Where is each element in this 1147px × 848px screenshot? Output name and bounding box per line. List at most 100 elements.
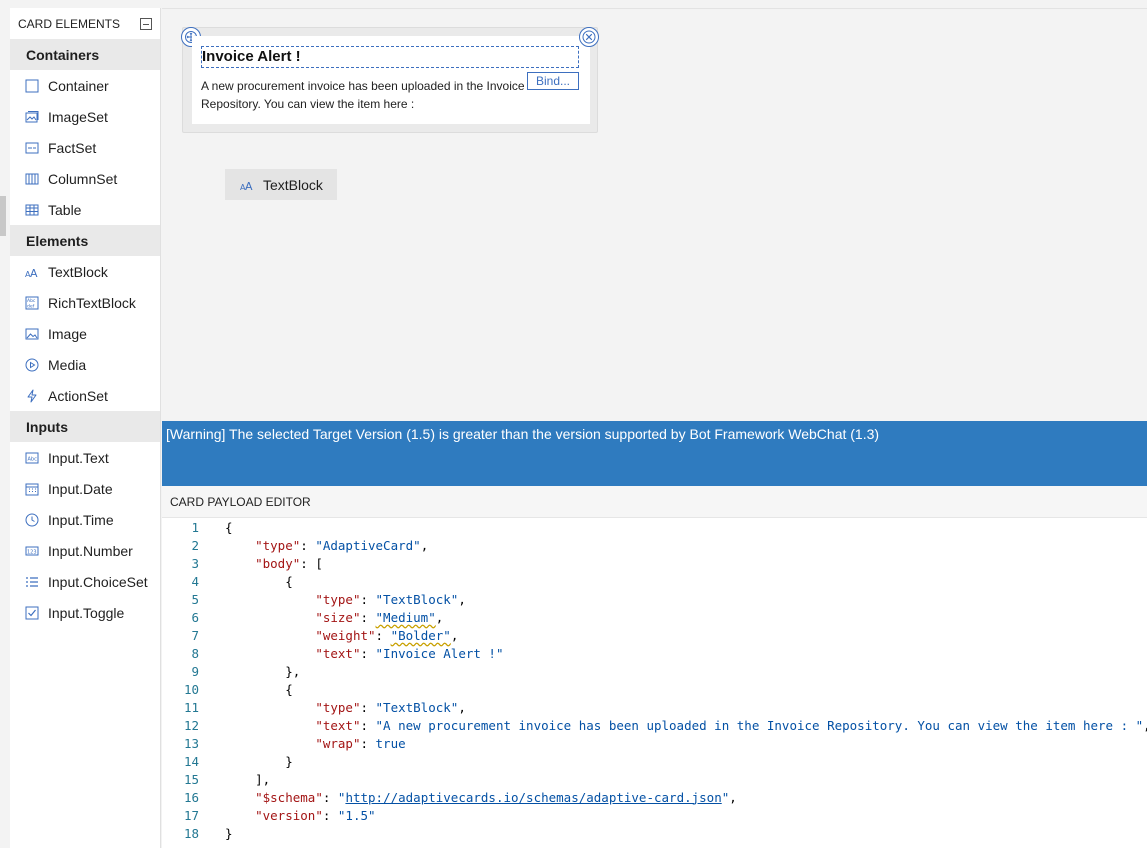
input-date-icon [25, 482, 39, 496]
sidebar-item-richtextblock[interactable]: Abc def RichTextBlock [10, 287, 160, 318]
sidebar-item-actionset[interactable]: ActionSet [10, 380, 160, 411]
line-number: 12 [183, 717, 199, 733]
code-line[interactable]: 18} [162, 824, 1147, 842]
code-text: "text": "Invoice Alert !" [315, 645, 504, 661]
sidebar-item-image[interactable]: Image [10, 318, 160, 349]
actionset-icon [25, 389, 39, 403]
code-line[interactable]: 2 "type": "AdaptiveCard", [162, 536, 1147, 554]
sidebar-item-label: Input.Time [48, 511, 114, 528]
line-number: 17 [183, 807, 199, 823]
collapse-icon[interactable] [140, 17, 152, 30]
textblock-icon: AA [240, 178, 254, 192]
sidebar-item-columnset[interactable]: ColumnSet [10, 163, 160, 194]
code-text: "wrap": true [315, 735, 406, 751]
dragged-textblock-chip[interactable]: AA TextBlock [225, 169, 337, 200]
svg-text:Abc: Abc [27, 298, 36, 304]
category-elements: Elements [10, 225, 160, 256]
category-containers: Containers [10, 39, 160, 70]
line-number: 1 [191, 519, 199, 535]
sidebar-list: Containers Container ImageSet FactSet Column… [10, 39, 160, 628]
sidebar-item-label: RichTextBlock [48, 294, 136, 311]
svg-text:A: A [245, 180, 253, 192]
line-number: 9 [191, 663, 199, 679]
card-title[interactable]: Invoice Alert ! [201, 46, 579, 68]
code-line[interactable]: 1{ [162, 518, 1147, 536]
code-line[interactable]: 16 "$schema": "http://adaptivecards.io/s… [162, 788, 1147, 806]
line-number: 4 [191, 573, 199, 589]
code-text: }, [285, 663, 301, 679]
code-text: "weight": "Bolder", [315, 627, 459, 643]
left-edge-strip [0, 0, 10, 848]
code-line[interactable]: 4 { [162, 572, 1147, 590]
sidebar-item-imageset[interactable]: ImageSet [10, 101, 160, 132]
sidebar-title: CARD ELEMENTS [18, 16, 121, 31]
card-preview[interactable]: Invoice Alert ! A new procurement invoic… [181, 27, 599, 133]
designer-canvas[interactable]: Invoice Alert ! A new procurement invoic… [162, 8, 1147, 421]
card-body: Invoice Alert ! A new procurement invoic… [192, 36, 590, 124]
code-line[interactable]: 12 "text": "A new procurement invoice ha… [162, 716, 1147, 734]
svg-text:def: def [27, 303, 35, 309]
sidebar-item-input-choiceset[interactable]: Input.ChoiceSet [10, 566, 160, 597]
sidebar-item-input-toggle[interactable]: Input.Toggle [10, 597, 160, 628]
code-text: "type": "TextBlock", [315, 591, 466, 607]
line-number: 5 [191, 591, 199, 607]
code-text: "body": [ [255, 555, 323, 571]
input-time-icon [25, 513, 39, 527]
sidebar-item-label: Input.ChoiceSet [48, 573, 148, 590]
line-number: 15 [183, 771, 199, 787]
sidebar-item-textblock[interactable]: A A TextBlock [10, 256, 160, 287]
sidebar-item-media[interactable]: Media [10, 349, 160, 380]
sidebar-item-label: Container [48, 77, 109, 94]
sidebar-item-input-text[interactable]: Abc Input.Text [10, 442, 160, 473]
code-line[interactable]: 17 "version": "1.5" [162, 806, 1147, 824]
code-text: "type": "TextBlock", [315, 699, 466, 715]
code-line[interactable]: 5 "type": "TextBlock", [162, 590, 1147, 608]
code-line[interactable]: 11 "type": "TextBlock", [162, 698, 1147, 716]
sidebar-item-container[interactable]: Container [10, 70, 160, 101]
card-elements-sidebar: CARD ELEMENTS Containers Container ImageSe… [10, 8, 161, 848]
code-line[interactable]: 14 } [162, 752, 1147, 770]
code-line[interactable]: 6 "size": "Medium", [162, 608, 1147, 626]
sidebar-item-label: TextBlock [48, 263, 108, 280]
sidebar-item-label: FactSet [48, 139, 97, 156]
code-line[interactable]: 7 "weight": "Bolder", [162, 626, 1147, 644]
code-text: } [285, 753, 293, 769]
code-line[interactable]: 15 ], [162, 770, 1147, 788]
sidebar-item-table[interactable]: Table [10, 194, 160, 225]
code-text: ], [255, 771, 271, 787]
bind-button[interactable]: Bind... [527, 72, 579, 90]
line-number: 3 [191, 555, 199, 571]
code-text: "size": "Medium", [315, 609, 444, 625]
card-payload-editor[interactable]: CARD PAYLOAD EDITOR 1{2 "type": "Adaptiv… [162, 486, 1147, 848]
code-text: "$schema": "http://adaptivecards.io/sche… [255, 789, 737, 805]
splitter-handle[interactable] [0, 196, 6, 236]
line-number: 10 [183, 681, 199, 697]
line-number: 6 [191, 609, 199, 625]
sidebar-item-label: Input.Number [48, 542, 133, 559]
sidebar-item-input-number[interactable]: 123 Input.Number [10, 535, 160, 566]
svg-text:A: A [30, 267, 38, 279]
svg-text:123: 123 [27, 549, 37, 555]
code-line[interactable]: 3 "body": [ [162, 554, 1147, 572]
code-line[interactable]: 8 "text": "Invoice Alert !" [162, 644, 1147, 662]
dragged-chip-label: TextBlock [263, 176, 323, 193]
sidebar-item-input-date[interactable]: Input.Date [10, 473, 160, 504]
code-line[interactable]: 9 }, [162, 662, 1147, 680]
line-number: 2 [191, 537, 199, 553]
sidebar-item-factset[interactable]: FactSet [10, 132, 160, 163]
editor-title: CARD PAYLOAD EDITOR [162, 486, 1147, 518]
sidebar-item-label: Input.Date [48, 480, 113, 497]
close-icon[interactable] [579, 27, 599, 47]
code-area[interactable]: 1{2 "type": "AdaptiveCard", 3 "body": [4 … [162, 518, 1147, 842]
sidebar-header: CARD ELEMENTS [10, 8, 160, 39]
card-body-text[interactable]: A new procurement invoice has been uploa… [201, 77, 531, 113]
input-toggle-icon [25, 606, 39, 620]
version-warning-banner: [Warning] The selected Target Version (1… [162, 421, 1147, 486]
code-line[interactable]: 13 "wrap": true [162, 734, 1147, 752]
sidebar-item-input-time[interactable]: Input.Time [10, 504, 160, 535]
line-number: 11 [183, 699, 199, 715]
input-choiceset-icon [25, 575, 39, 589]
media-icon [25, 358, 39, 372]
code-line[interactable]: 10 { [162, 680, 1147, 698]
sidebar-item-label: ActionSet [48, 387, 108, 404]
